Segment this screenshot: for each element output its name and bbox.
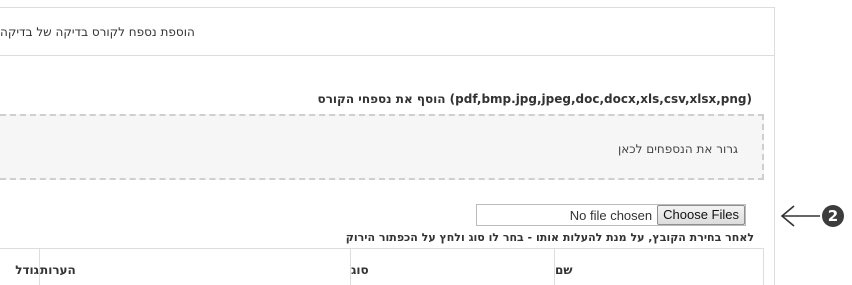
upload-instruction: לאחר בחירת הקובץ, על מנת להעלות אותו - ב… bbox=[345, 231, 754, 244]
file-dropzone[interactable]: גרור את הנספחים לכאן bbox=[0, 114, 764, 180]
choose-files-button[interactable]: Choose Files bbox=[657, 205, 745, 225]
callout-number-badge: 2 bbox=[822, 205, 844, 227]
file-input[interactable]: No file chosen Choose Files bbox=[476, 204, 746, 226]
dropzone-label: גרור את הנספחים לכאן bbox=[618, 142, 738, 156]
file-status-text: No file chosen bbox=[569, 207, 653, 223]
panel-title: הוספת נספח לקורס בדיקה של בדיקה bbox=[0, 24, 195, 39]
attachments-table-header: שם סוג הערות גודל bbox=[0, 248, 764, 285]
column-header-notes: הערות bbox=[40, 249, 351, 285]
callout-arrow-icon bbox=[780, 205, 820, 227]
column-header-type: סוג bbox=[351, 249, 555, 285]
section-title: הוסף את נספחי הקורס (pdf,bmp.jpg,jpeg,do… bbox=[317, 92, 752, 106]
column-header-name: שם bbox=[555, 249, 764, 285]
panel-heading: הוספת נספח לקורס בדיקה של בדיקה bbox=[0, 8, 774, 56]
attachments-panel: הוספת נספח לקורס בדיקה של בדיקה הוסף את … bbox=[0, 7, 775, 285]
column-header-size: גודל bbox=[0, 249, 40, 285]
